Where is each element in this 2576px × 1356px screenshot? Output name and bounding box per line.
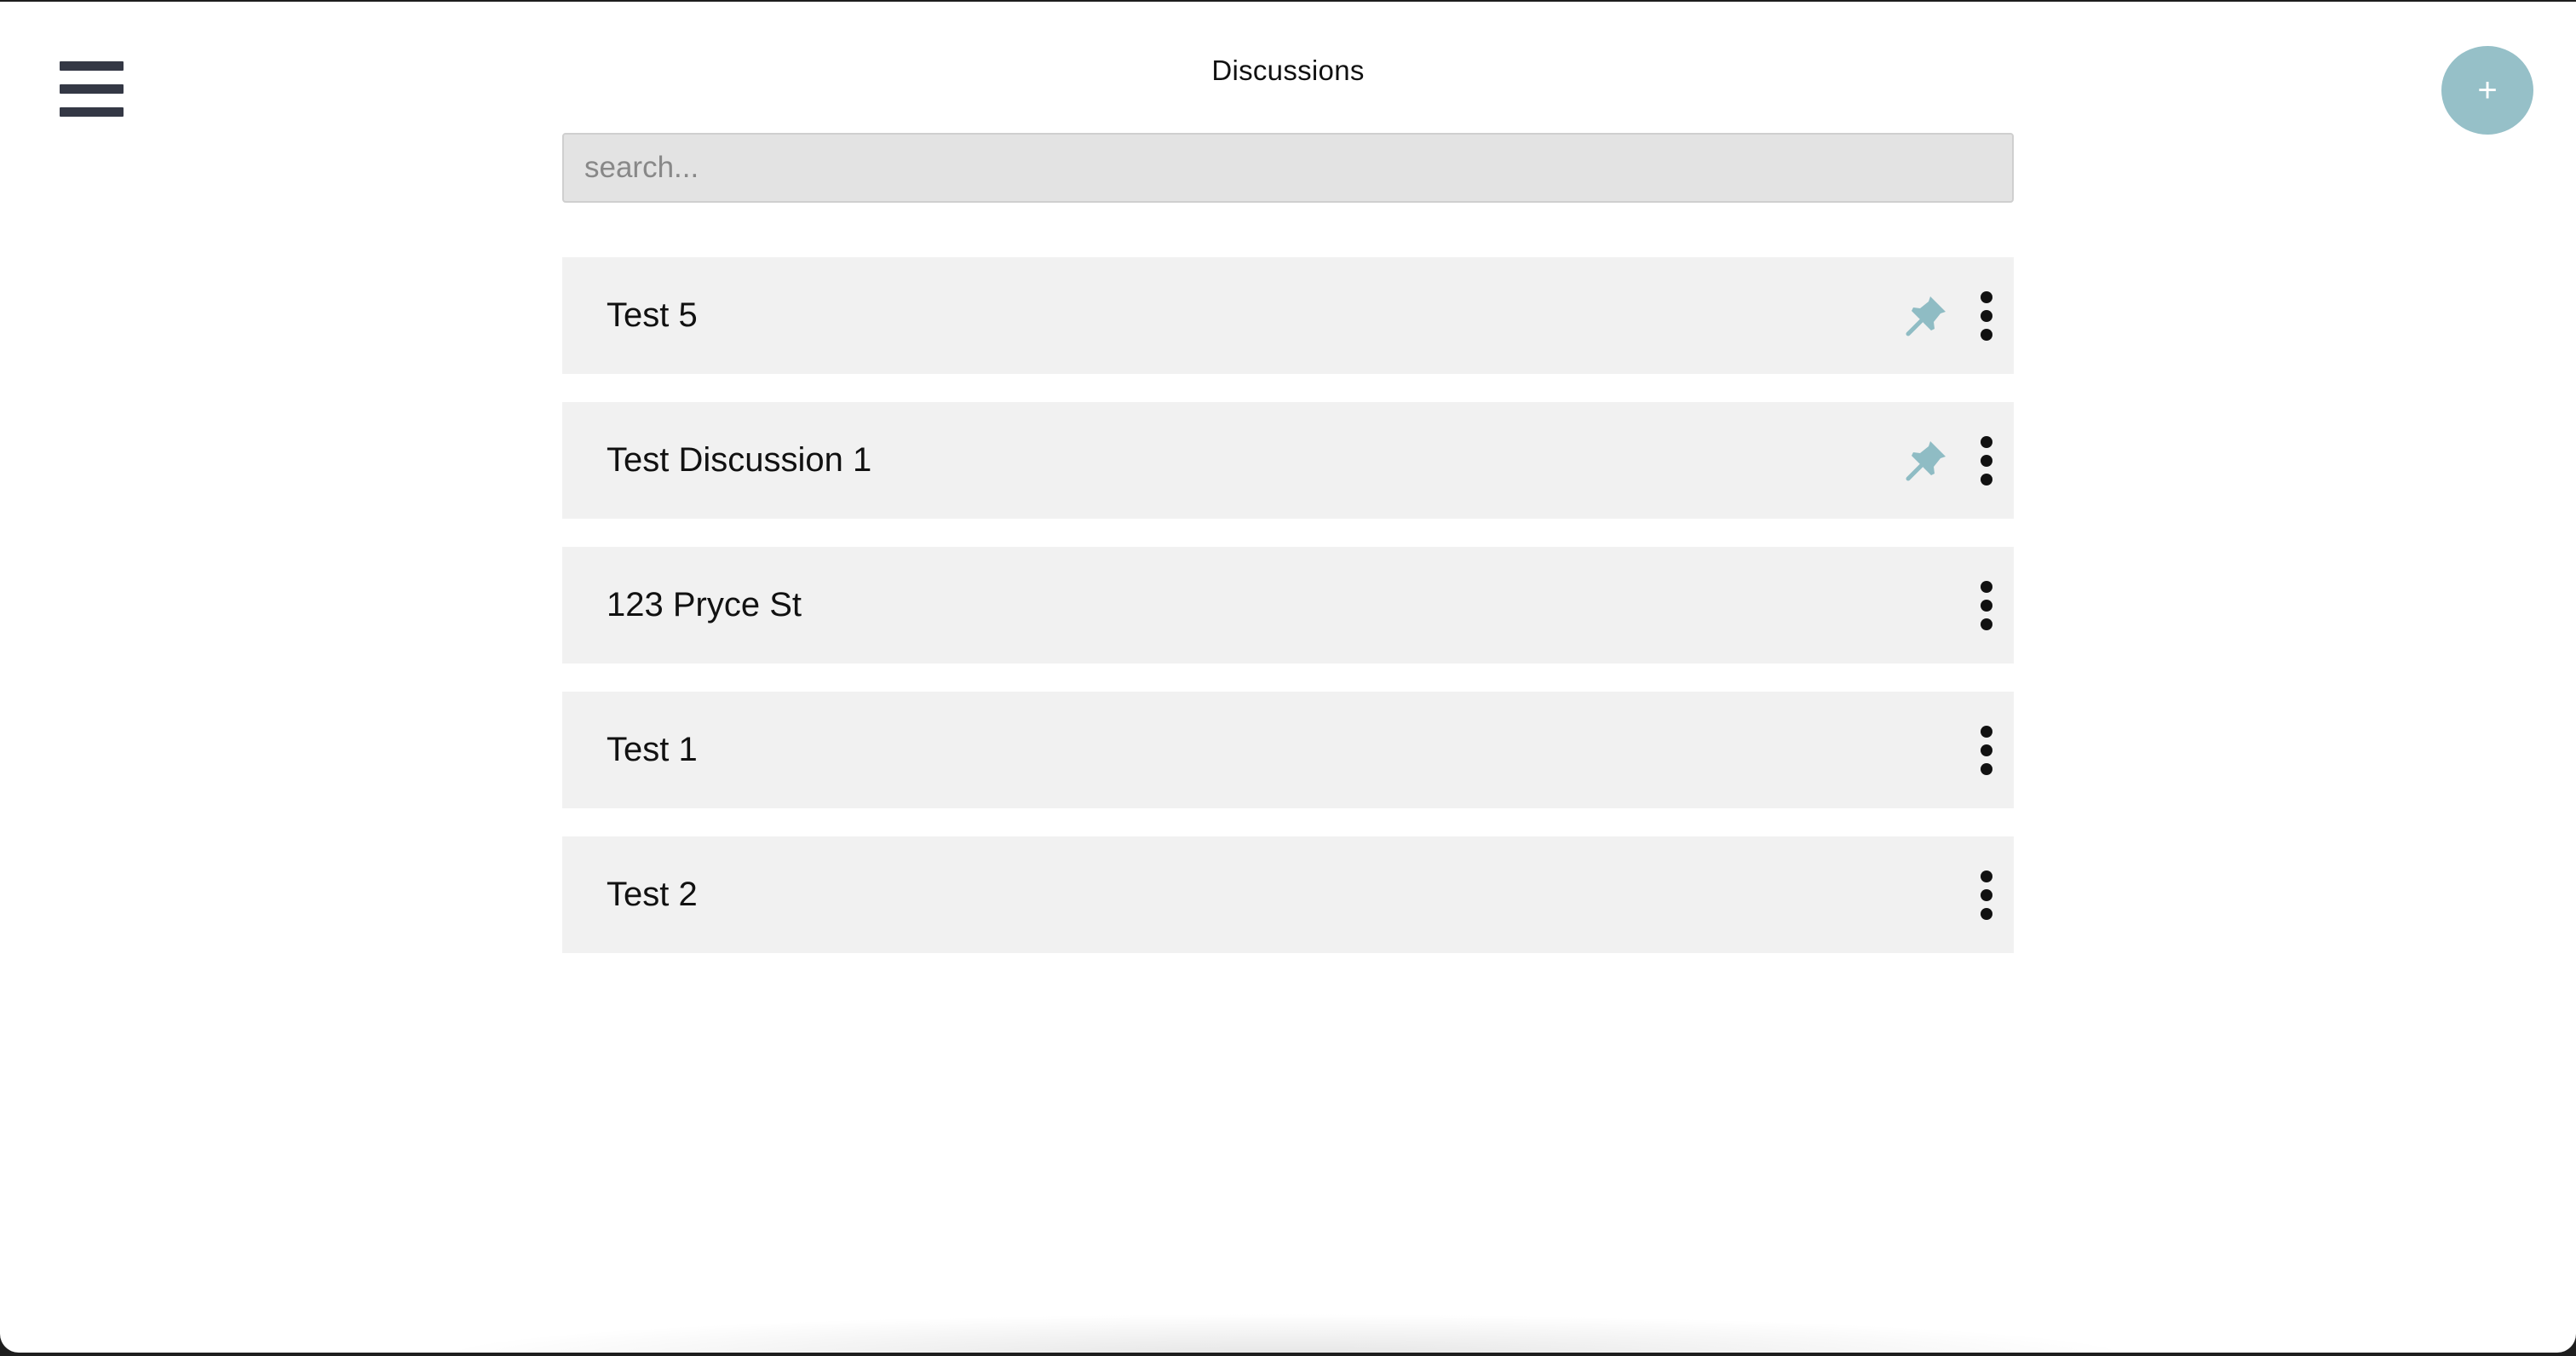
dot (1981, 474, 1992, 486)
list-item[interactable]: Test Discussion 1 (562, 402, 2014, 519)
discussion-list: Test 5 Test Discussion 1 123 Pryce St Te… (562, 257, 2014, 981)
page-title: Discussions (1211, 55, 1365, 86)
add-discussion-button[interactable]: + (2441, 46, 2533, 135)
list-item[interactable]: Test 1 (562, 692, 2014, 808)
pin-icon[interactable] (1905, 438, 1949, 482)
app-window: Discussions + Test 5 Test Discussion 1 (0, 2, 2576, 1353)
more-options-icon[interactable] (1976, 436, 1997, 486)
discussion-title: Test 1 (607, 731, 698, 768)
dot (1981, 908, 1992, 920)
dot (1981, 455, 1992, 467)
dot (1981, 310, 1992, 322)
discussion-title: Test 2 (607, 876, 698, 913)
dot (1981, 763, 1992, 775)
dot (1981, 744, 1992, 756)
more-options-icon[interactable] (1976, 581, 1997, 630)
dot (1981, 726, 1992, 738)
list-item[interactable]: 123 Pryce St (562, 547, 2014, 664)
discussion-title: Test Discussion 1 (607, 441, 872, 479)
more-options-icon[interactable] (1976, 870, 1997, 920)
search-input[interactable] (562, 133, 2014, 203)
discussion-title: 123 Pryce St (607, 586, 802, 623)
dot (1981, 436, 1992, 448)
discussion-title: Test 5 (607, 296, 698, 334)
more-options-icon[interactable] (1976, 726, 1997, 775)
menu-bar (60, 107, 124, 117)
list-item[interactable]: Test 5 (562, 257, 2014, 374)
dot (1981, 618, 1992, 630)
dot (1981, 600, 1992, 612)
dot (1981, 291, 1992, 303)
more-options-icon[interactable] (1976, 291, 1997, 341)
dot (1981, 889, 1992, 901)
dot (1981, 581, 1992, 593)
pin-icon[interactable] (1905, 293, 1949, 337)
bottom-shadow (426, 1313, 2147, 1353)
dot (1981, 329, 1992, 341)
dot (1981, 870, 1992, 882)
list-item[interactable]: Test 2 (562, 836, 2014, 953)
